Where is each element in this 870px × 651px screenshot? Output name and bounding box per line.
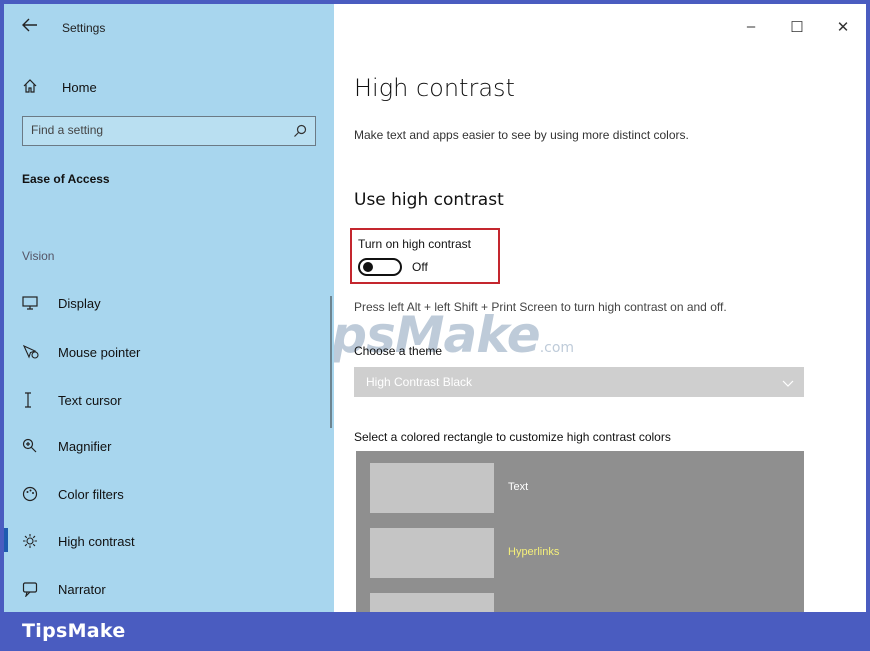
narrator-icon — [22, 580, 46, 598]
sidebar: Settings Home Ease of Access Vision Disp… — [4, 4, 334, 612]
hyperlinks-color-label: Hyperlinks — [508, 546, 560, 558]
sidebar-item-label: Color filters — [58, 486, 124, 502]
color-filters-icon — [22, 485, 46, 503]
sidebar-item-high-contrast[interactable]: High contrast — [22, 528, 135, 554]
group-label: Vision — [22, 249, 55, 263]
sidebar-item-label: Narrator — [58, 581, 106, 597]
title-bar: Settings — [22, 18, 105, 37]
category-heading: Ease of Access — [22, 172, 110, 186]
sidebar-item-display[interactable]: Display — [22, 290, 101, 316]
active-indicator — [4, 528, 8, 552]
brand-logo: TipsMake — [22, 620, 126, 642]
text-cursor-icon — [22, 391, 46, 409]
sidebar-item-label: Mouse pointer — [58, 344, 141, 360]
footer-bar: TipsMake — [0, 612, 870, 651]
toggle-highlight-box: Turn on high contrast Off — [350, 228, 500, 284]
sidebar-item-label: Home — [62, 79, 97, 95]
minimize-button[interactable]: – — [728, 18, 774, 36]
theme-selected-value: High Contrast Black — [366, 375, 473, 389]
close-button[interactable]: ✕ — [820, 18, 866, 36]
page-title: High contrast — [354, 74, 515, 102]
colors-label: Select a colored rectangle to customize … — [354, 430, 671, 444]
sidebar-item-magnifier[interactable]: Magnifier — [22, 433, 111, 459]
chevron-down-icon — [782, 375, 794, 393]
sidebar-item-label: Display — [58, 295, 101, 311]
sidebar-scrollbar[interactable] — [330, 296, 332, 428]
sidebar-item-label: Magnifier — [58, 438, 112, 454]
window-controls: – ☐ ✕ — [728, 18, 866, 36]
home-icon — [22, 78, 44, 96]
watermark-suffix: .com — [539, 340, 575, 356]
high-contrast-toggle[interactable] — [358, 258, 402, 276]
monitor-icon — [22, 294, 46, 312]
search-input[interactable] — [31, 123, 271, 137]
mouse-pointer-icon — [22, 343, 46, 361]
sidebar-item-mouse-pointer[interactable]: Mouse pointer — [22, 339, 140, 365]
sidebar-item-narrator[interactable]: Narrator — [22, 576, 106, 602]
search-icon[interactable] — [293, 124, 307, 143]
theme-label: Choose a theme — [354, 344, 443, 358]
color-swatch[interactable] — [370, 593, 494, 612]
text-color-label: Text — [508, 481, 529, 493]
toggle-label: Turn on high contrast — [358, 237, 471, 251]
magnifier-icon — [22, 437, 46, 455]
brightness-icon — [22, 532, 46, 550]
main-content: – ☐ ✕ High contrast Make text and apps e… — [334, 4, 866, 612]
app-title: Settings — [62, 20, 106, 35]
sidebar-item-color-filters[interactable]: Color filters — [22, 481, 124, 507]
search-box — [22, 116, 316, 146]
sidebar-item-text-cursor[interactable]: Text cursor — [22, 387, 122, 413]
sidebar-item-home[interactable]: Home — [22, 78, 97, 96]
maximize-button[interactable]: ☐ — [774, 18, 820, 36]
theme-dropdown[interactable]: High Contrast Black — [354, 367, 804, 397]
section-title: Use high contrast — [354, 190, 504, 210]
toggle-state: Off — [412, 260, 428, 274]
toggle-knob — [363, 262, 373, 272]
hyperlinks-color-swatch[interactable] — [370, 528, 494, 578]
page-description: Make text and apps easier to see by usin… — [354, 128, 689, 142]
color-preview-panel: Text Hyperlinks — [356, 451, 804, 612]
back-arrow-icon[interactable] — [22, 18, 44, 37]
sidebar-item-label: Text cursor — [58, 392, 122, 408]
sidebar-item-label: High contrast — [58, 533, 135, 549]
text-color-swatch[interactable] — [370, 463, 494, 513]
